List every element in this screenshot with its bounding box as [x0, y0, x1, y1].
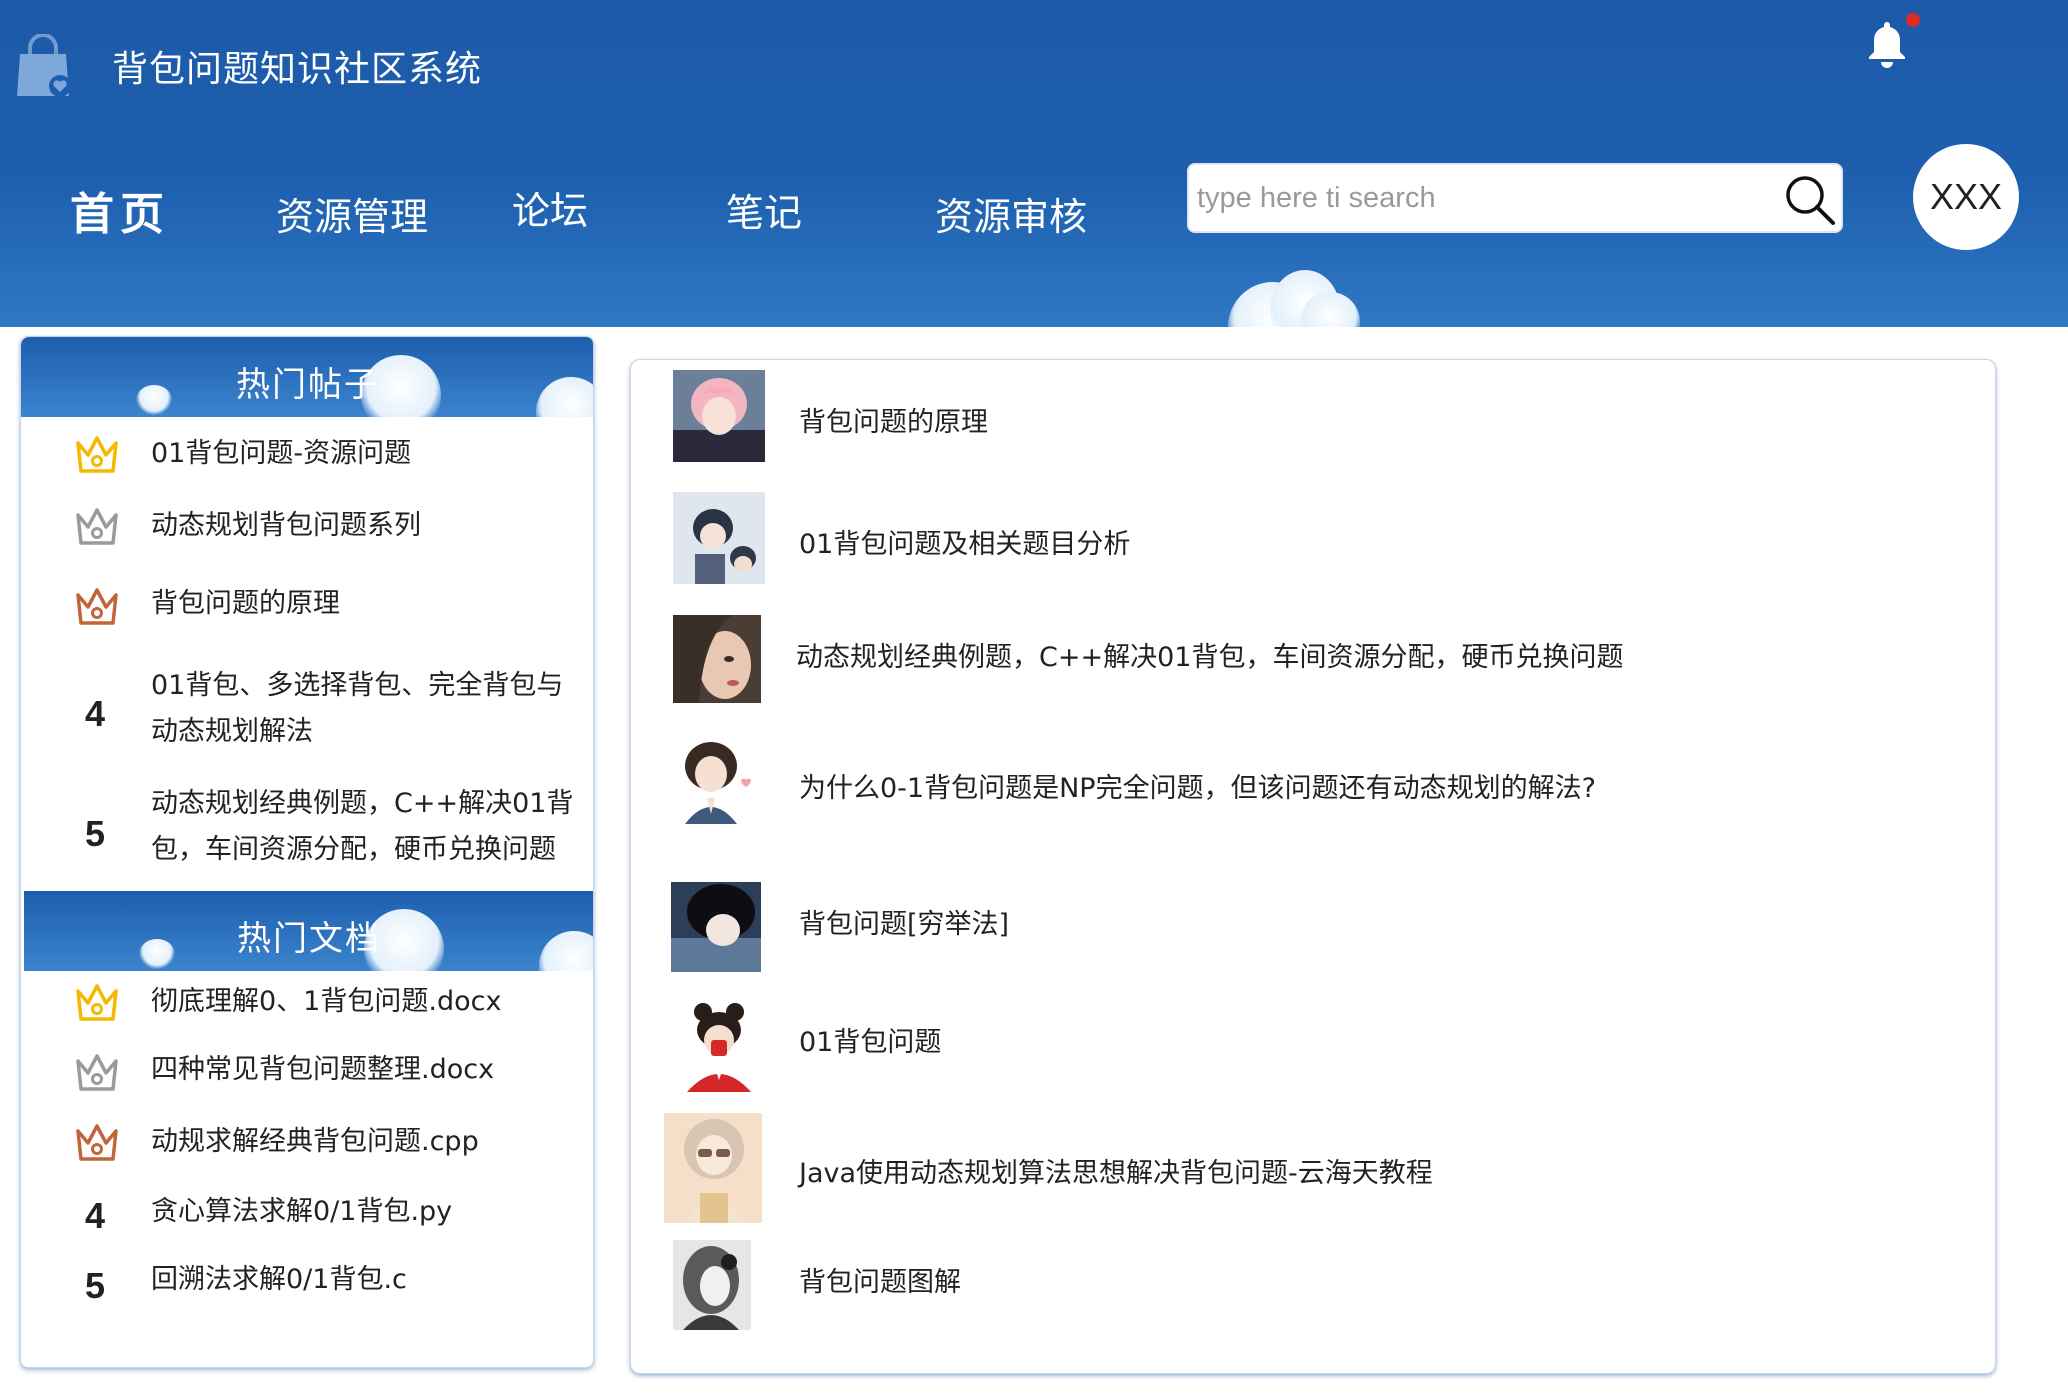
post-title[interactable]: 背包问题图解	[799, 1260, 961, 1299]
post-title[interactable]: 01背包问题	[799, 1020, 941, 1059]
post-list-item[interactable]: Java使用动态规划算法思想解决背包问题-云海天教程	[631, 1113, 1997, 1223]
hot-posts-header: 热门帖子	[21, 337, 593, 417]
post-title[interactable]: 背包问题的原理	[799, 400, 988, 439]
hot-docs-title: 热门文档	[237, 919, 381, 959]
girl-portrait-avatar	[673, 615, 761, 703]
nav-resource-management[interactable]: 资源管理	[276, 186, 428, 241]
post-title[interactable]: Java使用动态规划算法思想解决背包问题-云海天教程	[799, 1151, 1433, 1190]
red-outfit-girl-avatar	[673, 1000, 765, 1092]
rank-number: 4	[85, 693, 106, 734]
search-bar	[1187, 163, 1843, 233]
post-list-item[interactable]: 01背包问题	[631, 1000, 1997, 1092]
post-title[interactable]: 为什么0-1背包问题是NP完全问题，但该问题还有动态规划的解法?	[799, 766, 1596, 805]
rank-number: 4	[85, 1195, 106, 1236]
post-list-item[interactable]: 背包问题[穷举法]	[631, 882, 1997, 972]
nav-home[interactable]: 首页	[70, 178, 170, 242]
gold-crown-icon	[76, 436, 118, 473]
post-title[interactable]: 背包问题[穷举法]	[799, 902, 1009, 941]
app-title: 背包问题知识社区系统	[112, 49, 483, 90]
hot-post-title[interactable]: 01背包、多选择背包、完全背包与动态规划解法	[151, 663, 581, 755]
post-title[interactable]: 01背包问题及相关题目分析	[799, 522, 1130, 561]
post-list-item[interactable]: 背包问题图解	[631, 1240, 1997, 1330]
shopping-bag-heart-icon	[17, 34, 71, 97]
silver-crown-icon	[76, 508, 118, 545]
rank-number: 5	[85, 1265, 106, 1306]
notification-bell-icon[interactable]	[1862, 18, 1912, 68]
top-header: 背包问题知识社区系统 首页 资源管理 论坛 笔记 资源审核 XXX	[0, 0, 2068, 327]
search-icon[interactable]	[1781, 171, 1839, 229]
hot-post-title[interactable]: 动态规划背包问题系列	[151, 503, 581, 549]
hot-list-panel: 热门帖子 01背包问题-资源问题 动态规划背包问题系列 背包问题的原理 4 01…	[20, 336, 594, 1368]
hot-docs-header: 热门文档	[24, 891, 593, 971]
hot-doc-title[interactable]: 动规求解经典背包问题.cpp	[151, 1119, 581, 1165]
hot-doc-title[interactable]: 彻底理解0、1背包问题.docx	[151, 979, 581, 1025]
nav-notes[interactable]: 笔记	[726, 182, 802, 237]
hot-posts-title: 热门帖子	[236, 365, 380, 405]
user-avatar[interactable]: XXX	[1913, 144, 2019, 250]
hot-doc-title[interactable]: 回溯法求解0/1背包.c	[151, 1257, 581, 1303]
hot-doc-title[interactable]: 贪心算法求解0/1背包.py	[151, 1189, 581, 1235]
hot-post-title[interactable]: 01背包问题-资源问题	[151, 431, 581, 477]
nav-forum[interactable]: 论坛	[512, 180, 588, 235]
sunglasses-girl-avatar	[664, 1113, 762, 1223]
bronze-crown-icon	[76, 1124, 118, 1161]
hot-doc-title[interactable]: 四种常见背包问题整理.docx	[151, 1047, 581, 1093]
pink-hair-boy-avatar	[673, 370, 765, 462]
notification-badge	[1906, 13, 1920, 27]
bronze-crown-icon	[76, 588, 118, 625]
dark-hair-boy-avatar	[671, 882, 761, 972]
monochrome-girl-avatar	[673, 1240, 751, 1330]
hot-post-title[interactable]: 背包问题的原理	[151, 581, 581, 627]
post-list-item[interactable]: 为什么0-1背包问题是NP完全问题，但该问题还有动态规划的解法?	[631, 734, 1997, 824]
post-list-item[interactable]: 背包问题的原理	[631, 370, 1997, 466]
post-list-item[interactable]: 01背包问题及相关题目分析	[631, 492, 1997, 588]
search-input[interactable]	[1197, 175, 1757, 221]
rank-number: 5	[85, 813, 106, 854]
gold-crown-icon	[76, 984, 118, 1021]
post-list-panel: 背包问题的原理 01背包问题及相关题目分析 动态规划经典例题，C++解决01背包…	[630, 359, 1996, 1374]
silver-crown-icon	[76, 1054, 118, 1091]
post-title[interactable]: 动态规划经典例题，C++解决01背包，车间资源分配，硬币兑换问题	[796, 635, 1623, 674]
hot-post-title[interactable]: 动态规划经典例题，C++解决01背包，车间资源分配，硬币兑换问题	[151, 781, 581, 873]
girl-illustration-avatar	[671, 734, 761, 824]
nav-resource-review[interactable]: 资源审核	[935, 186, 1087, 241]
couple-avatar	[673, 492, 765, 584]
post-list-item[interactable]: 动态规划经典例题，C++解决01背包，车间资源分配，硬币兑换问题	[631, 615, 1997, 703]
